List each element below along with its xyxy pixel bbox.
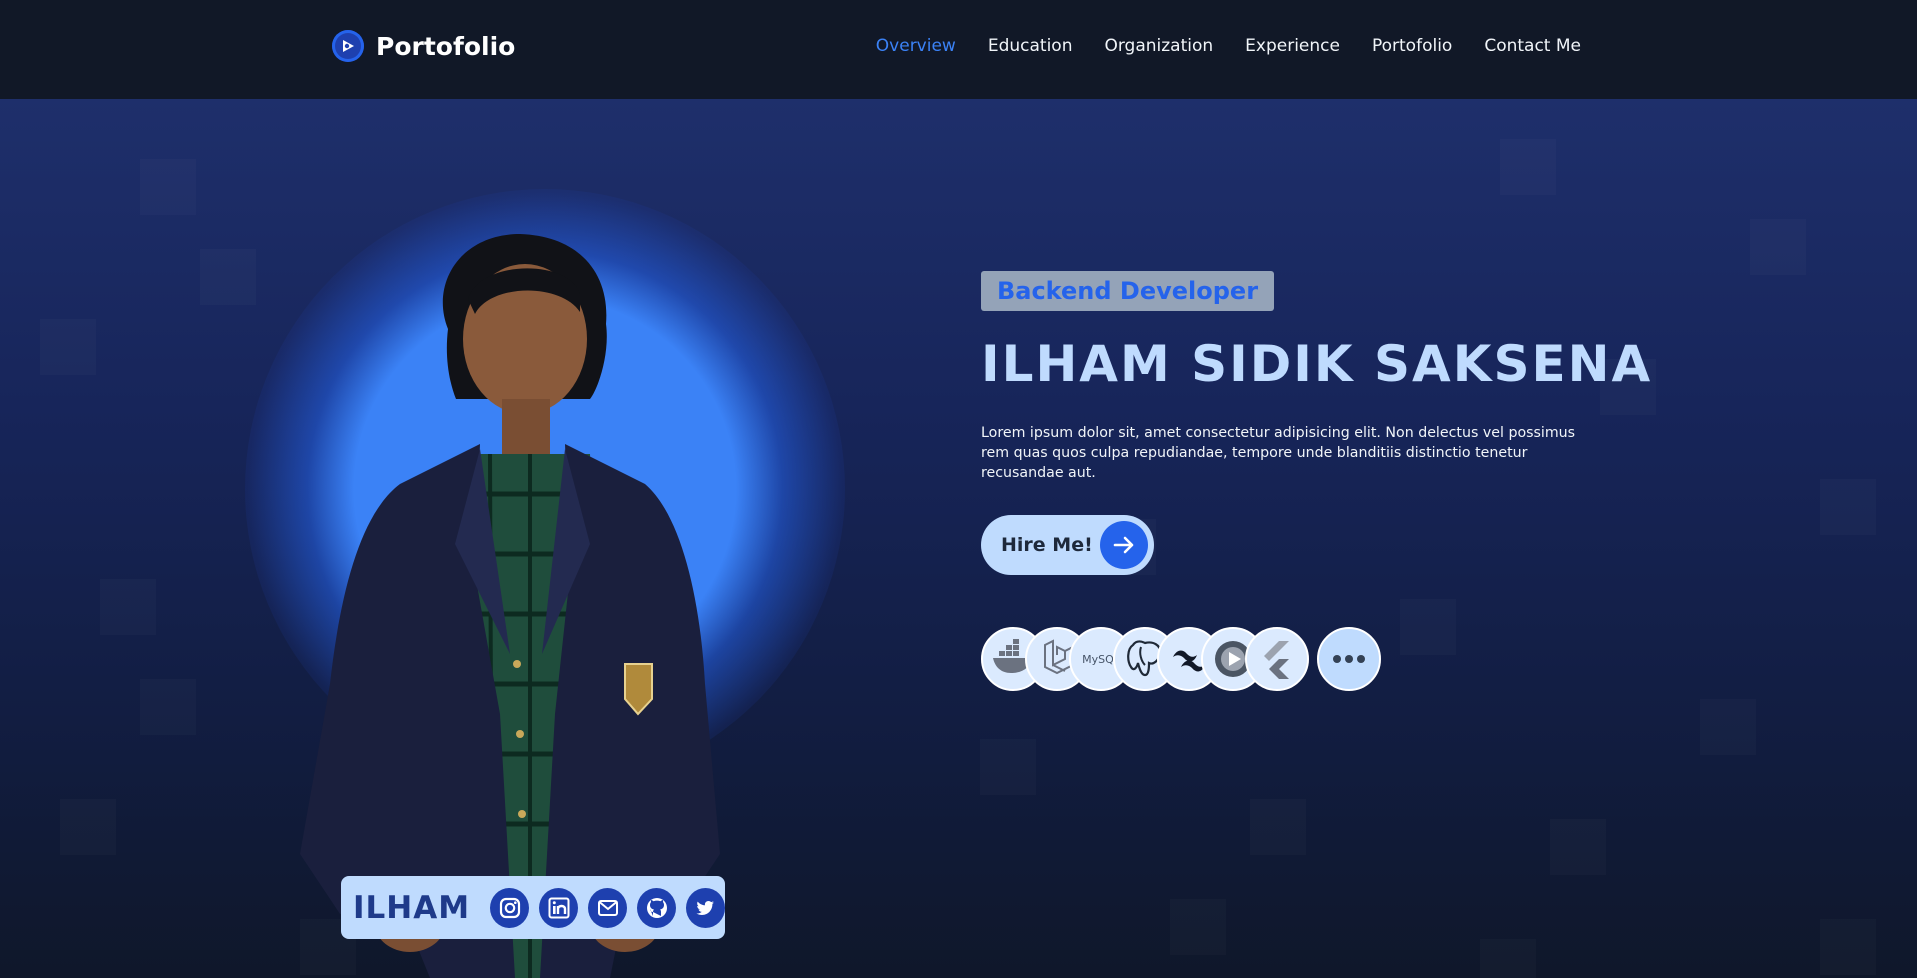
hero-section: ILHAM Backend Developer ILHAM SIDIK SAKS…	[0, 99, 1917, 978]
background-tile	[1170, 899, 1226, 955]
background-tile	[1550, 819, 1606, 875]
hire-me-button[interactable]: Hire Me!	[981, 515, 1154, 575]
profile-photo	[300, 234, 720, 978]
background-tile	[200, 249, 256, 305]
background-tile	[1500, 139, 1556, 195]
arrow-right-icon	[1100, 521, 1148, 569]
github-icon[interactable]	[637, 887, 677, 928]
twitter-icon[interactable]	[686, 887, 725, 928]
background-tile	[140, 679, 196, 735]
linkedin-icon[interactable]	[539, 887, 579, 928]
background-tile	[140, 159, 196, 215]
more-tech-button[interactable]	[1317, 627, 1381, 691]
background-tile	[40, 319, 96, 375]
nav-link-portofolio[interactable]: Portofolio	[1372, 36, 1452, 56]
navbar: Portofolio Overview Education Organizati…	[0, 0, 1917, 99]
nav-link-organization[interactable]: Organization	[1104, 36, 1213, 56]
background-tile	[1750, 219, 1806, 275]
more-icon	[1333, 655, 1341, 663]
hero-name: ILHAM SIDIK SAKSENA	[981, 335, 1653, 393]
background-tile	[980, 739, 1036, 795]
mail-icon[interactable]	[588, 887, 628, 928]
background-tile	[1820, 479, 1876, 535]
nav-links: Overview Education Organization Experien…	[876, 36, 1581, 56]
background-tile	[60, 799, 116, 855]
brand-name: Portofolio	[376, 31, 516, 61]
hire-me-label: Hire Me!	[1001, 534, 1093, 556]
background-tile	[1700, 699, 1756, 755]
nav-link-overview[interactable]: Overview	[876, 36, 956, 56]
more-icon-dot	[1357, 655, 1365, 663]
hero-description: Lorem ipsum dolor sit, amet consectetur …	[981, 425, 1576, 481]
instagram-icon[interactable]	[490, 887, 530, 928]
nav-link-experience[interactable]: Experience	[1245, 36, 1340, 56]
background-tile	[1820, 919, 1876, 975]
tech-stack: MySQL	[981, 627, 1381, 691]
background-tile	[1250, 799, 1306, 855]
background-tile	[1400, 599, 1456, 655]
profile-card: ILHAM	[341, 876, 725, 939]
nav-link-education[interactable]: Education	[988, 36, 1073, 56]
flutter-icon	[1245, 627, 1309, 691]
role-badge: Backend Developer	[981, 271, 1274, 311]
background-tile	[100, 579, 156, 635]
brand-logo-icon	[332, 30, 364, 62]
nav-link-contact[interactable]: Contact Me	[1484, 36, 1581, 56]
background-tile	[1480, 939, 1536, 978]
more-icon-dot	[1345, 655, 1353, 663]
brand[interactable]: Portofolio	[332, 30, 515, 62]
profile-nickname: ILHAM	[353, 889, 471, 926]
